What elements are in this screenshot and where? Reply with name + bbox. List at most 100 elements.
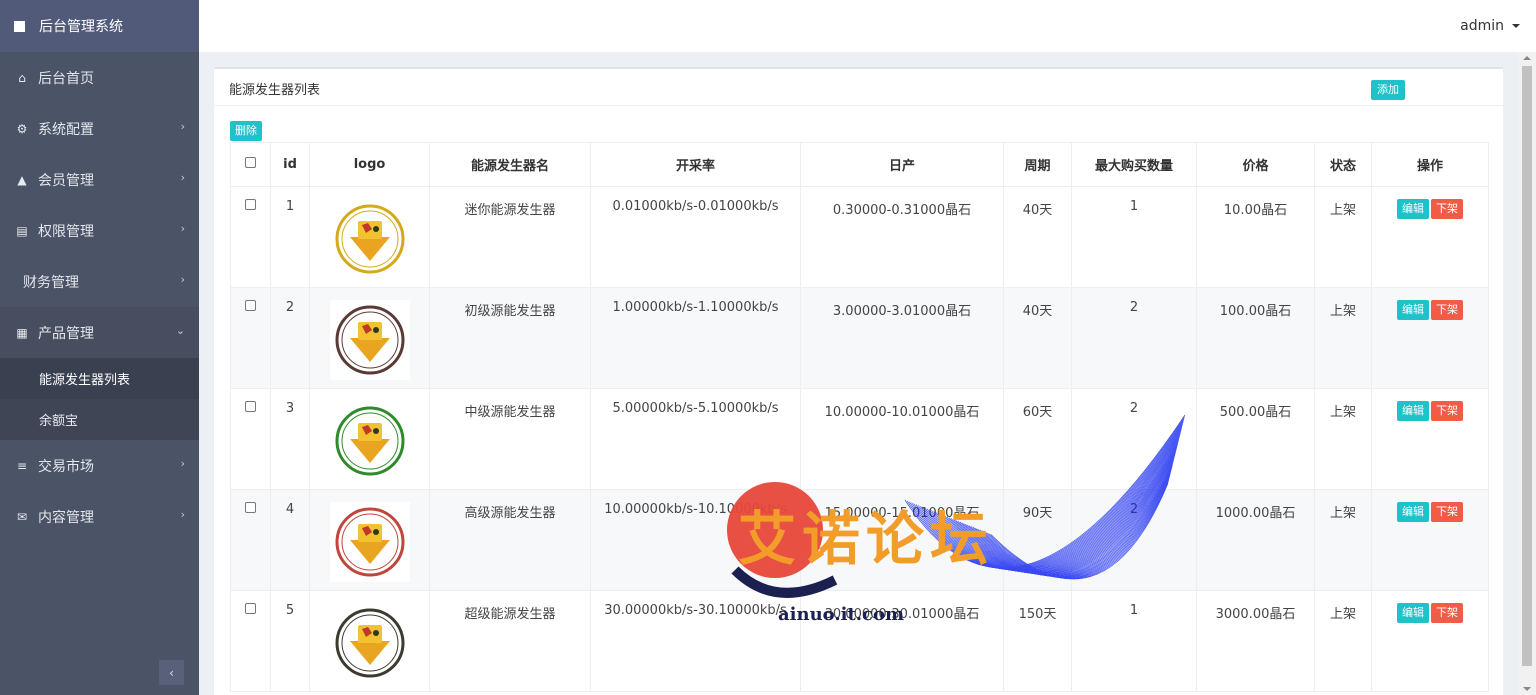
add-button[interactable]: 添加 bbox=[1371, 80, 1405, 100]
row-checkbox[interactable] bbox=[245, 300, 256, 311]
id-cell: 2 bbox=[270, 287, 310, 389]
home-icon: ⌂ bbox=[18, 70, 26, 85]
scroll-down-icon[interactable] bbox=[1523, 687, 1531, 691]
rate-cell: 5.00000kb/s-5.10000kb/s bbox=[590, 388, 801, 490]
column-header: 最大购买数量 bbox=[1071, 142, 1197, 187]
generator-logo bbox=[329, 603, 410, 683]
logo-cell bbox=[309, 388, 430, 490]
sidebar-item-label: 系统配置 bbox=[38, 121, 94, 138]
logo-cell bbox=[309, 287, 430, 389]
select-all-checkbox[interactable] bbox=[245, 157, 256, 168]
delete-button[interactable]: 删除 bbox=[230, 121, 262, 141]
offshelf-button[interactable]: 下架 bbox=[1431, 401, 1463, 421]
price-cell: 500.00晶石 bbox=[1196, 388, 1315, 490]
period-cell: 90天 bbox=[1003, 489, 1072, 591]
status-cell: 上架 bbox=[1314, 590, 1372, 692]
scrollbar-thumb[interactable] bbox=[1522, 66, 1532, 666]
max-purchase-cell: 2 bbox=[1071, 388, 1197, 490]
user-icon: ▲ bbox=[17, 172, 27, 187]
max-purchase-cell: 1 bbox=[1071, 186, 1197, 288]
sidebar-item-label: 后台首页 bbox=[38, 70, 94, 87]
daily-cell: 0.30000-0.31000晶石 bbox=[800, 186, 1004, 288]
user-menu[interactable]: admin bbox=[1460, 18, 1520, 34]
table-row: 1 迷你能源发生器 0.01000kb/s-0.01000kb/s 0.30000-0… bbox=[230, 186, 1489, 288]
rate-cell: 1.00000kb/s-1.10000kb/s bbox=[590, 287, 801, 389]
sidebar-item-content[interactable]: ✉ 内容管理 › bbox=[0, 491, 199, 542]
chevron-right-icon: › bbox=[180, 508, 185, 521]
period-cell: 60天 bbox=[1003, 388, 1072, 490]
row-checkbox[interactable] bbox=[245, 603, 256, 614]
max-purchase-cell: 2 bbox=[1071, 287, 1197, 389]
table-row: 2 初级源能发生器 1.00000kb/s-1.10000kb/s 3.00000-3… bbox=[230, 287, 1489, 389]
generator-table: id logo 能源发生器名 开采率 日产 周期 最大购买数量 价格 状态 操作… bbox=[230, 142, 1489, 692]
submenu-item-generator-list[interactable]: 能源发生器列表 bbox=[0, 358, 199, 399]
generator-list-panel: 能源发生器列表 添加 删除 id logo 能源发生器名 开采率 日产 周期 最… bbox=[214, 67, 1503, 695]
logo-cell bbox=[309, 186, 430, 288]
daily-cell: 3.00000-3.01000晶石 bbox=[800, 287, 1004, 389]
page-scrollbar[interactable] bbox=[1518, 52, 1536, 695]
id-cell: 4 bbox=[270, 489, 310, 591]
bars-icon: ≡ bbox=[16, 458, 28, 473]
price-cell: 3000.00晶石 bbox=[1196, 590, 1315, 692]
sidebar-item-home[interactable]: ⌂ 后台首页 bbox=[0, 52, 199, 103]
submenu-item-yuebao[interactable]: 余额宝 bbox=[0, 399, 199, 440]
row-select-cell bbox=[230, 590, 271, 692]
sidebar-item-members[interactable]: ▲ 会员管理 › bbox=[0, 154, 199, 205]
offshelf-button[interactable]: 下架 bbox=[1431, 502, 1463, 522]
row-checkbox[interactable] bbox=[245, 199, 256, 210]
offshelf-button[interactable]: 下架 bbox=[1431, 300, 1463, 320]
chevron-right-icon: › bbox=[180, 120, 185, 133]
chevron-down-icon: ⌄ bbox=[175, 324, 185, 337]
chevron-right-icon: › bbox=[180, 273, 185, 286]
price-cell: 10.00晶石 bbox=[1196, 186, 1315, 288]
brand[interactable]: 后台管理系统 bbox=[0, 0, 199, 52]
sidebar-item-products[interactable]: ▦ 产品管理 ⌄ bbox=[0, 307, 199, 358]
sidebar-item-label: 内容管理 bbox=[38, 509, 94, 526]
actions-cell: 编辑 下架 bbox=[1371, 287, 1489, 389]
topbar: admin bbox=[199, 0, 1536, 52]
sidebar-collapse-button[interactable]: ‹ bbox=[159, 660, 184, 685]
actions-cell: 编辑 下架 bbox=[1371, 186, 1489, 288]
rate-cell: 10.00000kb/s-10.10000kb/s bbox=[590, 489, 801, 591]
sidebar-item-permissions[interactable]: ▤ 权限管理 › bbox=[0, 205, 199, 256]
list-icon: ▤ bbox=[16, 223, 28, 238]
column-header: 价格 bbox=[1196, 142, 1315, 187]
edit-button[interactable]: 编辑 bbox=[1397, 502, 1429, 522]
status-cell: 上架 bbox=[1314, 388, 1372, 490]
select-all-header bbox=[230, 142, 271, 187]
offshelf-button[interactable]: 下架 bbox=[1431, 603, 1463, 623]
row-checkbox[interactable] bbox=[245, 502, 256, 513]
status-cell: 上架 bbox=[1314, 186, 1372, 288]
scroll-up-icon[interactable] bbox=[1523, 56, 1531, 60]
max-purchase-cell: 2 bbox=[1071, 489, 1197, 591]
column-header: 状态 bbox=[1314, 142, 1372, 187]
column-header: 日产 bbox=[800, 142, 1004, 187]
generator-logo bbox=[329, 199, 410, 279]
row-select-cell bbox=[230, 287, 271, 389]
offshelf-button[interactable]: 下架 bbox=[1431, 199, 1463, 219]
sidebar-item-finance[interactable]: 财务管理 › bbox=[0, 256, 199, 307]
chevron-right-icon: › bbox=[180, 222, 185, 235]
brand-title: 后台管理系统 bbox=[39, 19, 123, 35]
price-cell: 1000.00晶石 bbox=[1196, 489, 1315, 591]
status-cell: 上架 bbox=[1314, 287, 1372, 389]
sidebar-item-label: 产品管理 bbox=[38, 325, 94, 342]
actions-cell: 编辑 下架 bbox=[1371, 388, 1489, 490]
sidebar-item-system-config[interactable]: ⚙ 系统配置 › bbox=[0, 103, 199, 154]
edit-button[interactable]: 编辑 bbox=[1397, 199, 1429, 219]
edit-button[interactable]: 编辑 bbox=[1397, 401, 1429, 421]
rate-cell: 0.01000kb/s-0.01000kb/s bbox=[590, 186, 801, 288]
daily-cell: 10.00000-10.01000晶石 bbox=[800, 388, 1004, 490]
edit-button[interactable]: 编辑 bbox=[1397, 603, 1429, 623]
generator-logo bbox=[329, 502, 410, 582]
actions-cell: 编辑 下架 bbox=[1371, 590, 1489, 692]
edit-button[interactable]: 编辑 bbox=[1397, 300, 1429, 320]
generator-logo bbox=[329, 300, 410, 380]
sidebar-item-market[interactable]: ≡ 交易市场 › bbox=[0, 440, 199, 491]
table-row: 4 高级源能发生器 10.00000kb/s-10.10000kb/s 15.0000… bbox=[230, 489, 1489, 591]
price-cell: 100.00晶石 bbox=[1196, 287, 1315, 389]
row-checkbox[interactable] bbox=[245, 401, 256, 412]
user-name: admin bbox=[1460, 18, 1504, 34]
sidebar-item-label: 交易市场 bbox=[38, 458, 94, 475]
column-header: 周期 bbox=[1003, 142, 1072, 187]
